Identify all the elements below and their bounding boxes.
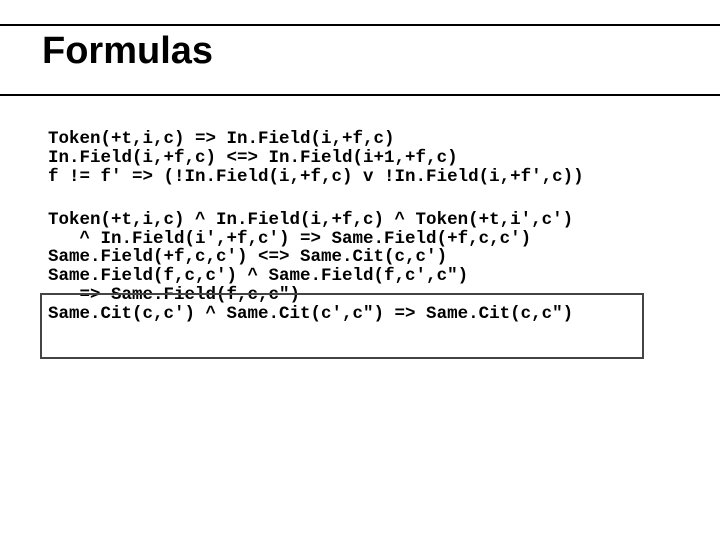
formula-line: Token(+t,i,c) => In.Field(i,+f,c) [48, 129, 395, 149]
formula-line: Token(+t,i,c) ^ In.Field(i,+f,c) ^ Token… [48, 210, 573, 230]
formula-line: Same.Cit(c,c') ^ Same.Cit(c',c") => Same… [48, 304, 573, 324]
formula-block-2: Token(+t,i,c) ^ In.Field(i,+f,c) ^ Token… [48, 211, 672, 324]
formula-line: => Same.Field(f,c,c") [48, 285, 300, 305]
divider-bottom [0, 94, 720, 96]
formula-line: Same.Field(+f,c,c') <=> Same.Cit(c,c') [48, 247, 447, 267]
slide-body: Token(+t,i,c) => In.Field(i,+f,c) In.Fie… [48, 130, 672, 324]
slide-title: Formulas [42, 30, 213, 73]
slide: Formulas Token(+t,i,c) => In.Field(i,+f,… [0, 0, 720, 540]
formula-line: ^ In.Field(i',+f,c') => Same.Field(+f,c,… [48, 229, 531, 249]
spacer [48, 187, 672, 211]
divider-top [0, 24, 720, 26]
formula-block-1: Token(+t,i,c) => In.Field(i,+f,c) In.Fie… [48, 130, 672, 187]
formula-line: f != f' => (!In.Field(i,+f,c) v !In.Fiel… [48, 167, 584, 187]
formula-line: Same.Field(f,c,c') ^ Same.Field(f,c',c") [48, 266, 468, 286]
formula-line: In.Field(i,+f,c) <=> In.Field(i+1,+f,c) [48, 148, 458, 168]
